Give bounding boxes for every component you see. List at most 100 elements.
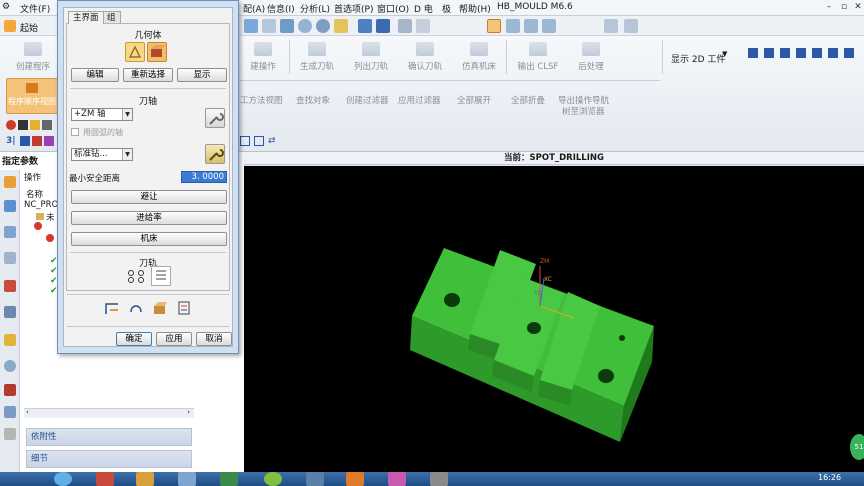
- purple-n-icon[interactable]: [44, 136, 54, 146]
- tab-main[interactable]: 主界面: [68, 11, 104, 24]
- view-bottom-icon[interactable]: [828, 48, 838, 58]
- postprocess-button[interactable]: 后处理: [558, 42, 624, 72]
- nav-tool-icon[interactable]: [4, 280, 16, 292]
- avoid-button[interactable]: 避让: [71, 190, 227, 204]
- select-line-icon[interactable]: [254, 136, 264, 146]
- rotate-icon[interactable]: [316, 19, 330, 33]
- toolpath-list-icon[interactable]: [151, 266, 171, 286]
- edit-icon[interactable]: [398, 19, 412, 33]
- apply-filter-button[interactable]: 应用过滤器: [398, 94, 441, 106]
- select-box-icon[interactable]: [240, 136, 250, 146]
- ops-icon-2[interactable]: [524, 19, 538, 33]
- program-order-view-button[interactable]: 程序顺序视图: [6, 78, 58, 114]
- nav-web-icon[interactable]: [4, 406, 16, 418]
- ops-icon-1[interactable]: [506, 19, 520, 33]
- list-icon[interactable]: [176, 300, 192, 316]
- chevron-down-icon[interactable]: ▼: [722, 50, 727, 58]
- column-header-name[interactable]: 名称: [26, 188, 43, 200]
- menu-electrode[interactable]: D 电: [414, 2, 433, 15]
- app-icon-6[interactable]: [346, 472, 364, 486]
- apply-button[interactable]: 应用: [156, 332, 192, 346]
- yellow-tool-icon[interactable]: [30, 120, 40, 130]
- cycle-settings-button[interactable]: [205, 144, 225, 164]
- shaded-icon[interactable]: [358, 19, 372, 33]
- start-menu[interactable]: 起始: [20, 21, 38, 34]
- specify-hole-button[interactable]: [125, 42, 145, 62]
- view-left-icon[interactable]: [844, 48, 854, 58]
- view-back-icon[interactable]: [812, 48, 822, 58]
- restore-icon[interactable]: ▫: [837, 2, 851, 13]
- app-icon-4[interactable]: [264, 472, 282, 486]
- scroll-left-icon[interactable]: ‹: [26, 408, 29, 416]
- view-top-icon[interactable]: [764, 48, 774, 58]
- menu-window[interactable]: 窗口(O): [377, 2, 409, 15]
- find-object-button[interactable]: 查找对象: [296, 94, 330, 106]
- menu-file[interactable]: 文件(F): [20, 2, 50, 15]
- nav-geometry-icon[interactable]: [4, 252, 16, 264]
- machine-button[interactable]: 机床: [71, 232, 227, 246]
- app-icon-8[interactable]: [430, 472, 448, 486]
- app-icon-3[interactable]: [220, 472, 238, 486]
- horizontal-scrollbar[interactable]: ‹ ›: [24, 408, 194, 418]
- blue-a-icon[interactable]: [20, 136, 30, 146]
- menu-analysis[interactable]: 分析(L): [300, 2, 330, 15]
- menu-assembly[interactable]: 配(A): [243, 2, 265, 15]
- menu-help[interactable]: 帮助(H): [459, 2, 491, 15]
- nav-help-icon[interactable]: [4, 334, 16, 346]
- collapse-all-button[interactable]: 全部折叠: [511, 94, 545, 106]
- cube-icon[interactable]: [376, 19, 390, 33]
- fit-view-icon[interactable]: [280, 19, 294, 33]
- edit-button[interactable]: 编辑: [71, 68, 119, 82]
- min-clearance-input[interactable]: 3. 0000: [181, 171, 227, 183]
- folder-icon[interactable]: [136, 472, 154, 486]
- minimize-icon[interactable]: –: [822, 2, 836, 13]
- nav-clock-icon[interactable]: [4, 360, 16, 372]
- start-icon[interactable]: [4, 20, 16, 32]
- close-icon[interactable]: ✕: [851, 2, 864, 13]
- assistant-badge-icon[interactable]: 51: [850, 434, 864, 460]
- red-ball-icon[interactable]: [6, 120, 16, 130]
- create-filter-button[interactable]: 创建过滤器: [346, 94, 389, 106]
- app-icon-2[interactable]: [178, 472, 196, 486]
- tool-axis-select[interactable]: +ZM 轴 ▼: [71, 108, 133, 121]
- ie-icon[interactable]: [54, 472, 72, 486]
- ok-button[interactable]: 确定: [116, 332, 152, 346]
- tool-axis-settings-button[interactable]: [205, 108, 225, 128]
- layout-icon[interactable]: [262, 19, 276, 33]
- menu-preferences[interactable]: 首选项(P): [334, 2, 373, 15]
- view-right-icon[interactable]: [780, 48, 790, 58]
- view-iso-icon[interactable]: [796, 48, 806, 58]
- black-cube-icon[interactable]: [18, 120, 28, 130]
- grid-icon[interactable]: [604, 19, 618, 33]
- d-icon[interactable]: [416, 19, 430, 33]
- menu-info[interactable]: 信息(I): [267, 2, 295, 15]
- nav-roles-icon[interactable]: [4, 384, 16, 396]
- nav-operation-icon[interactable]: [4, 200, 16, 212]
- reselect-button[interactable]: 重新选择: [123, 68, 173, 82]
- window-icon[interactable]: [244, 19, 258, 33]
- tree-root[interactable]: NC_PRO: [24, 200, 58, 210]
- feedrate-button[interactable]: 进给率: [71, 211, 227, 225]
- display-button[interactable]: 显示: [177, 68, 227, 82]
- zoom-icon[interactable]: [298, 19, 312, 33]
- gray-tool-icon[interactable]: [42, 120, 52, 130]
- ops-icon-3[interactable]: [542, 19, 556, 33]
- scroll-right-icon[interactable]: ›: [187, 408, 190, 416]
- nav-palette-icon[interactable]: [4, 428, 16, 440]
- menu-hb-mould[interactable]: HB_MOULD M6.6: [497, 2, 573, 12]
- dependencies-panel[interactable]: 依附性: [26, 428, 192, 446]
- replay-icon[interactable]: [128, 300, 144, 316]
- menu-pole[interactable]: 极: [442, 2, 451, 15]
- display-2d-workpiece-button[interactable]: 显示 2D 工件: [671, 52, 725, 65]
- nav-machine-icon[interactable]: [4, 226, 16, 238]
- use-arc-axis-checkbox[interactable]: [71, 128, 79, 136]
- nav-history-icon[interactable]: [4, 176, 16, 188]
- method-view-button[interactable]: 工方法视图: [240, 94, 283, 106]
- pan-icon[interactable]: [334, 19, 348, 33]
- cancel-button[interactable]: 取消: [196, 332, 232, 346]
- cycle-type-select[interactable]: 标准钻... ▼: [71, 148, 133, 161]
- arrow-right-icon[interactable]: ⇄: [268, 136, 276, 146]
- verify-icon[interactable]: [152, 300, 168, 316]
- generate-icon[interactable]: [104, 300, 120, 316]
- simulate-machine-button[interactable]: 仿真机床: [446, 42, 512, 72]
